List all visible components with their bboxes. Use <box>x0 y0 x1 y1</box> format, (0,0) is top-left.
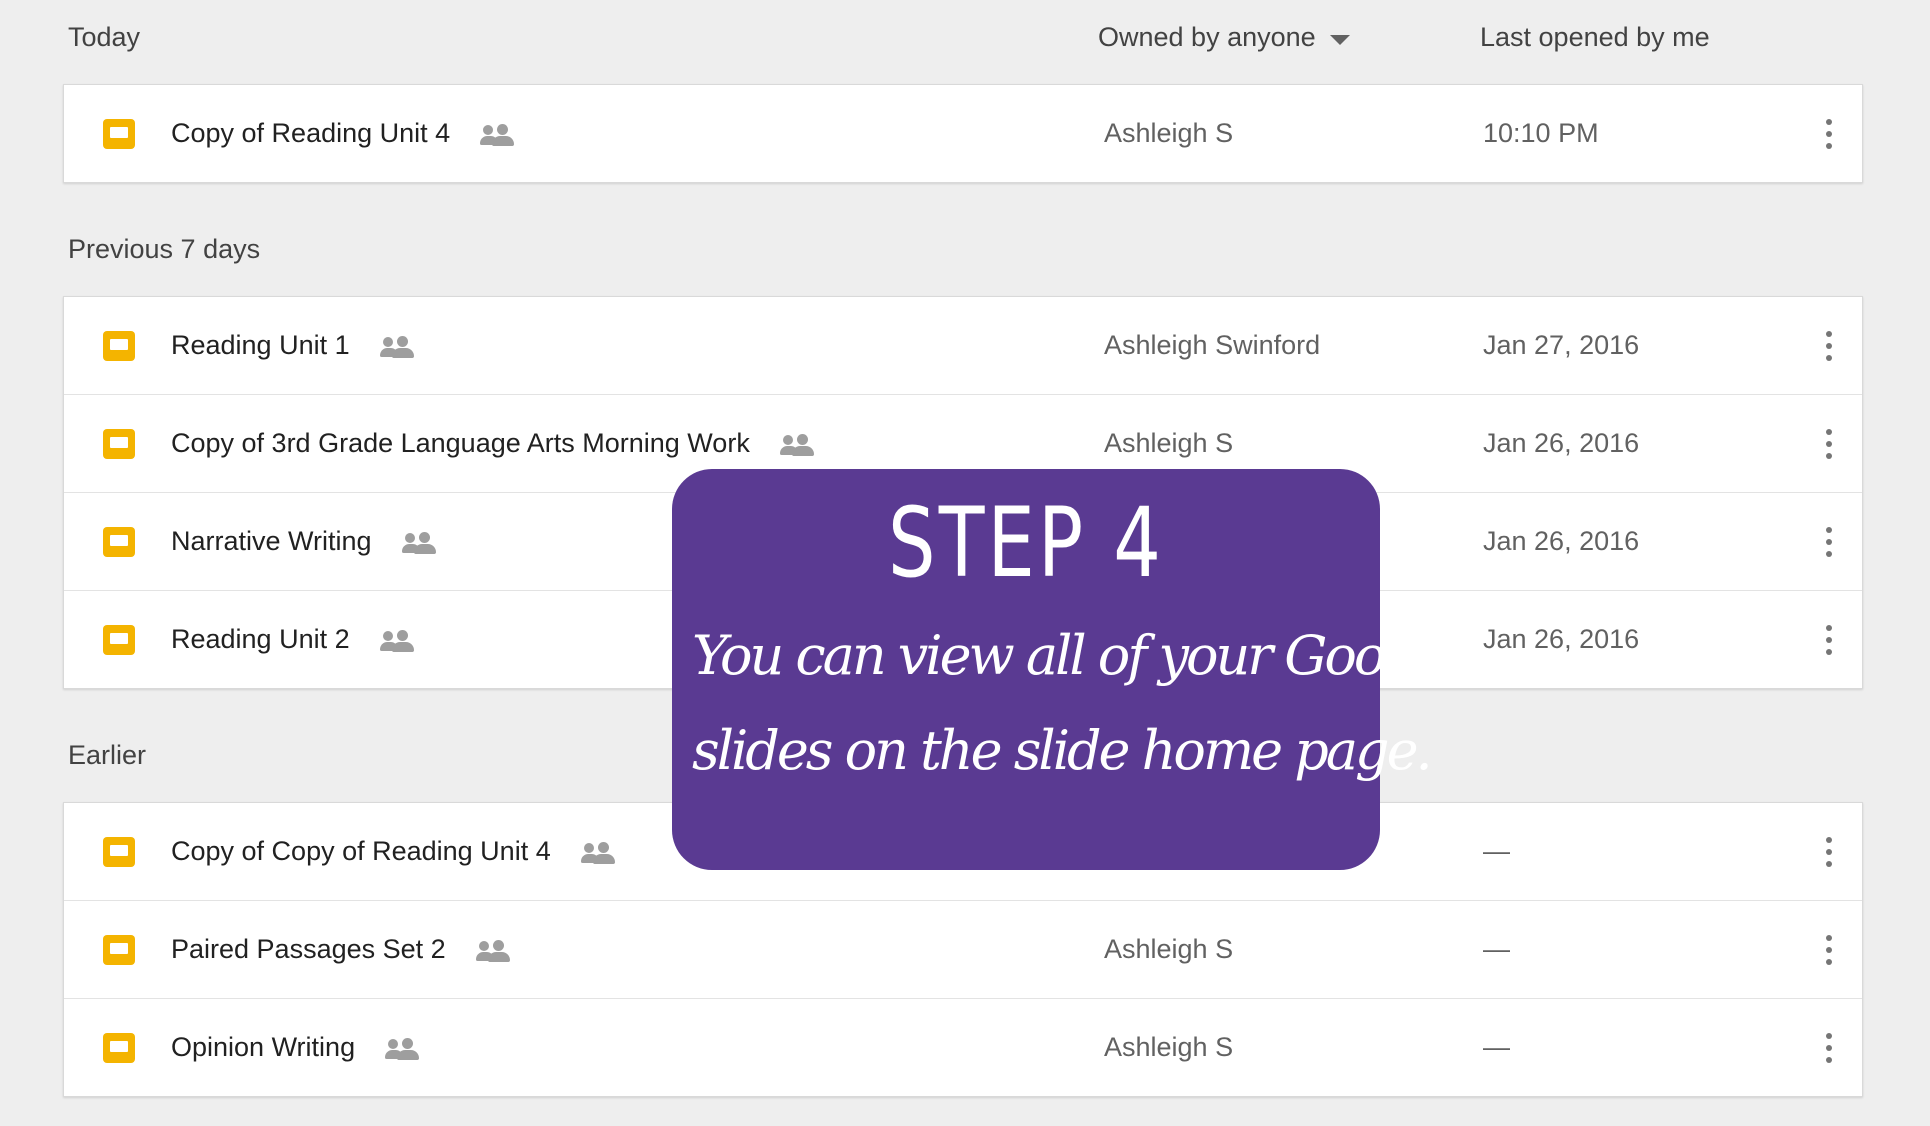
shared-people-icon <box>401 530 436 554</box>
last-opened-sort[interactable]: Last opened by me <box>1480 22 1710 53</box>
more-vert-icon[interactable] <box>1824 117 1834 151</box>
slides-file-icon <box>103 429 135 459</box>
more-vert-icon[interactable] <box>1824 427 1834 461</box>
section-label-earlier: Earlier <box>68 740 147 770</box>
file-last-opened: Jan 26, 2016 <box>1483 428 1640 458</box>
slides-file-icon <box>103 625 135 655</box>
more-vert-icon[interactable] <box>1824 933 1834 967</box>
file-group-today: Copy of Reading Unit 4 Ashleigh S 10:10 … <box>63 84 1863 183</box>
file-name-cell: Reading Unit 2 <box>171 624 414 655</box>
file-name: Opinion Writing <box>171 1032 356 1062</box>
file-owner: Ashleigh S <box>1104 934 1234 964</box>
shared-people-icon <box>475 938 510 962</box>
dropdown-caret-icon <box>1329 34 1350 45</box>
file-row[interactable]: Paired Passages Set 2 Ashleigh S — <box>64 900 1862 998</box>
file-name-cell: Reading Unit 1 <box>171 330 414 361</box>
file-name: Reading Unit 1 <box>171 330 350 360</box>
file-name-cell: Copy of Copy of Reading Unit 4 <box>171 836 615 867</box>
file-row[interactable]: Reading Unit 1 Ashleigh Swinford Jan 27,… <box>64 297 1862 394</box>
file-owner: Ashleigh Swinford <box>1104 330 1321 360</box>
more-vert-icon[interactable] <box>1824 525 1834 559</box>
more-vert-icon[interactable] <box>1824 329 1834 363</box>
slides-file-icon <box>103 837 135 867</box>
file-last-opened: — <box>1483 1032 1510 1062</box>
file-name: Narrative Writing <box>171 526 372 556</box>
file-name: Reading Unit 2 <box>171 624 350 654</box>
file-name: Copy of 3rd Grade Language Arts Morning … <box>171 428 750 458</box>
file-name-cell: Copy of Reading Unit 4 <box>171 118 515 149</box>
file-name: Copy of Reading Unit 4 <box>171 118 451 148</box>
section-label-previous-7-days: Previous 7 days <box>68 234 261 264</box>
drive-file-list: Today Owned by anyone Last opened by me … <box>0 0 1930 1126</box>
shared-people-icon <box>580 840 615 864</box>
shared-people-icon <box>779 432 814 456</box>
slides-file-icon <box>103 935 135 965</box>
file-owner: Ashleigh S <box>1104 1032 1234 1062</box>
step-callout-overlay: STEP 4 You can view all of your Google s… <box>672 469 1461 870</box>
shared-people-icon <box>379 334 414 358</box>
file-last-opened: Jan 26, 2016 <box>1483 526 1640 556</box>
shared-people-icon <box>385 1036 420 1060</box>
slides-file-icon <box>103 119 135 149</box>
more-vert-icon[interactable] <box>1824 835 1834 869</box>
file-name: Paired Passages Set 2 <box>171 934 446 964</box>
step-caption-line-1: You can view all of your Google <box>692 624 1461 687</box>
slides-file-icon <box>103 1033 135 1063</box>
owner-filter-dropdown[interactable]: Owned by anyone <box>1098 22 1350 53</box>
file-row[interactable]: Copy of Reading Unit 4 Ashleigh S 10:10 … <box>64 85 1862 182</box>
file-name: Copy of Copy of Reading Unit 4 <box>171 836 551 866</box>
slides-file-icon <box>103 331 135 361</box>
step-title: STEP 4 <box>888 487 1164 599</box>
more-vert-icon[interactable] <box>1824 623 1834 657</box>
file-owner: Ashleigh S <box>1104 118 1234 148</box>
file-name-cell: Copy of 3rd Grade Language Arts Morning … <box>171 428 814 459</box>
file-owner: Ashleigh S <box>1104 428 1234 458</box>
file-last-opened: Jan 26, 2016 <box>1483 624 1640 654</box>
file-last-opened: Jan 27, 2016 <box>1483 330 1640 360</box>
section-label-today: Today <box>68 22 141 52</box>
file-row[interactable]: Opinion Writing Ashleigh S — <box>64 998 1862 1096</box>
owner-filter-label: Owned by anyone <box>1098 22 1316 52</box>
file-last-opened: — <box>1483 934 1510 964</box>
shared-people-icon <box>480 122 515 146</box>
file-last-opened: — <box>1483 836 1510 866</box>
more-vert-icon[interactable] <box>1824 1031 1834 1065</box>
file-name-cell: Paired Passages Set 2 <box>171 934 510 965</box>
file-name-cell: Narrative Writing <box>171 526 436 557</box>
file-name-cell: Opinion Writing <box>171 1032 420 1063</box>
slides-file-icon <box>103 527 135 557</box>
shared-people-icon <box>379 628 414 652</box>
list-header: Today Owned by anyone Last opened by me <box>0 0 1930 78</box>
file-last-opened: 10:10 PM <box>1483 118 1599 148</box>
step-caption-line-2: slides on the slide home page. <box>692 719 1433 782</box>
